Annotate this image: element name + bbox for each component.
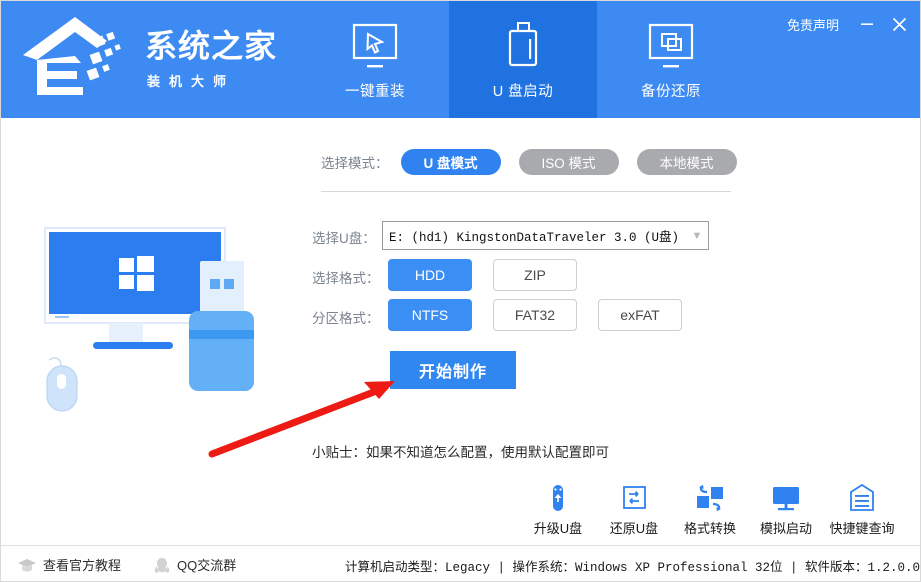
graduation-cap-icon xyxy=(17,557,37,573)
close-icon xyxy=(892,17,907,32)
app-window: 系统之家 装机大师 一键重装 xyxy=(0,0,921,582)
brand-logo: 系统之家 装机大师 xyxy=(19,11,289,107)
tab-backup-restore[interactable]: 备份还原 xyxy=(597,1,745,118)
udisk-label: 选择U盘： xyxy=(312,227,376,247)
tab-label: U 盘启动 xyxy=(493,80,554,101)
partition-option-fat32[interactable]: FAT32 xyxy=(493,299,577,331)
tab-one-click-reinstall[interactable]: 一键重装 xyxy=(301,1,449,118)
tip-text: 小贴士：如果不知道怎么配置，使用默认配置即可 xyxy=(312,441,609,461)
tool-format-convert[interactable]: 格式转换 xyxy=(672,482,748,537)
minimize-icon xyxy=(860,17,874,31)
tool-label: 快捷键查询 xyxy=(829,518,894,537)
tab-label: 一键重装 xyxy=(345,80,405,101)
windows-copy-icon xyxy=(642,18,700,76)
format-option-zip[interactable]: ZIP xyxy=(493,259,577,291)
pc-usb-illustration xyxy=(21,216,301,416)
tool-label: 升级U盘 xyxy=(534,518,582,537)
tool-simulate-boot[interactable]: 模拟启动 xyxy=(748,482,824,537)
system-info-text: 计算机启动类型：Legacy | 操作系统：Windows XP Profess… xyxy=(345,556,920,575)
tool-hotkey-query[interactable]: 快捷键查询 xyxy=(824,482,900,537)
brand-subtitle: 装机大师 xyxy=(147,71,235,90)
hotkey-list-icon xyxy=(848,482,876,514)
monitor-simulate-icon xyxy=(770,482,802,514)
mode-option-iso[interactable]: ISO 模式 xyxy=(519,149,619,175)
minimize-button[interactable] xyxy=(854,11,880,37)
cursor-screen-icon xyxy=(346,18,404,76)
usb-drive-icon xyxy=(494,18,552,76)
tab-usb-boot[interactable]: U 盘启动 xyxy=(449,1,597,118)
mode-label: 选择模式： xyxy=(321,152,389,172)
app-header: 系统之家 装机大师 一键重装 xyxy=(1,1,921,118)
mode-option-usb[interactable]: U 盘模式 xyxy=(401,149,501,175)
bottom-toolbar: 升级U盘 还原U盘 xyxy=(520,482,900,537)
start-make-button[interactable]: 开始制作 xyxy=(390,351,516,389)
mode-option-local[interactable]: 本地模式 xyxy=(637,149,737,175)
section-divider xyxy=(321,191,731,192)
udisk-select-value: E: (hd1) KingstonDataTraveler 3.0 (U盘) 2… xyxy=(383,226,686,245)
tool-upgrade-usb[interactable]: 升级U盘 xyxy=(520,482,596,537)
format-option-hdd[interactable]: HDD xyxy=(388,259,472,291)
partition-label: 分区格式： xyxy=(312,307,380,327)
format-convert-icon xyxy=(695,482,725,514)
partition-option-ntfs[interactable]: NTFS xyxy=(388,299,472,331)
partition-option-exfat[interactable]: exFAT xyxy=(598,299,682,331)
brand-title: 系统之家 xyxy=(145,27,277,65)
tool-restore-usb[interactable]: 还原U盘 xyxy=(596,482,672,537)
restore-refresh-icon xyxy=(620,482,648,514)
tutorial-label: 查看官方教程 xyxy=(43,555,121,574)
qq-group-link[interactable]: QQ交流群 xyxy=(153,555,236,574)
disclaimer-link[interactable]: 免责声明 xyxy=(787,15,839,34)
tool-label: 格式转换 xyxy=(684,518,736,537)
tutorial-link[interactable]: 查看官方教程 xyxy=(17,555,121,574)
tab-label: 备份还原 xyxy=(641,80,701,101)
header-tabs: 一键重装 U 盘启动 xyxy=(301,1,745,118)
qq-group-label: QQ交流群 xyxy=(177,555,236,574)
mode-selector-row: 选择模式： U 盘模式 ISO 模式 本地模式 xyxy=(321,149,755,175)
close-button[interactable] xyxy=(886,11,912,37)
usb-upgrade-icon xyxy=(544,482,572,514)
qq-penguin-icon xyxy=(153,556,171,574)
format-label: 选择格式： xyxy=(312,267,380,287)
chevron-down-icon: ▼ xyxy=(686,230,708,242)
tool-label: 模拟启动 xyxy=(760,518,812,537)
status-bar: 查看官方教程 QQ交流群 计算机启动类型：Legacy | 操作系统：Windo… xyxy=(1,545,921,581)
house-logo-icon xyxy=(19,11,139,101)
tool-label: 还原U盘 xyxy=(610,518,658,537)
udisk-select[interactable]: E: (hd1) KingstonDataTraveler 3.0 (U盘) 2… xyxy=(382,221,709,250)
